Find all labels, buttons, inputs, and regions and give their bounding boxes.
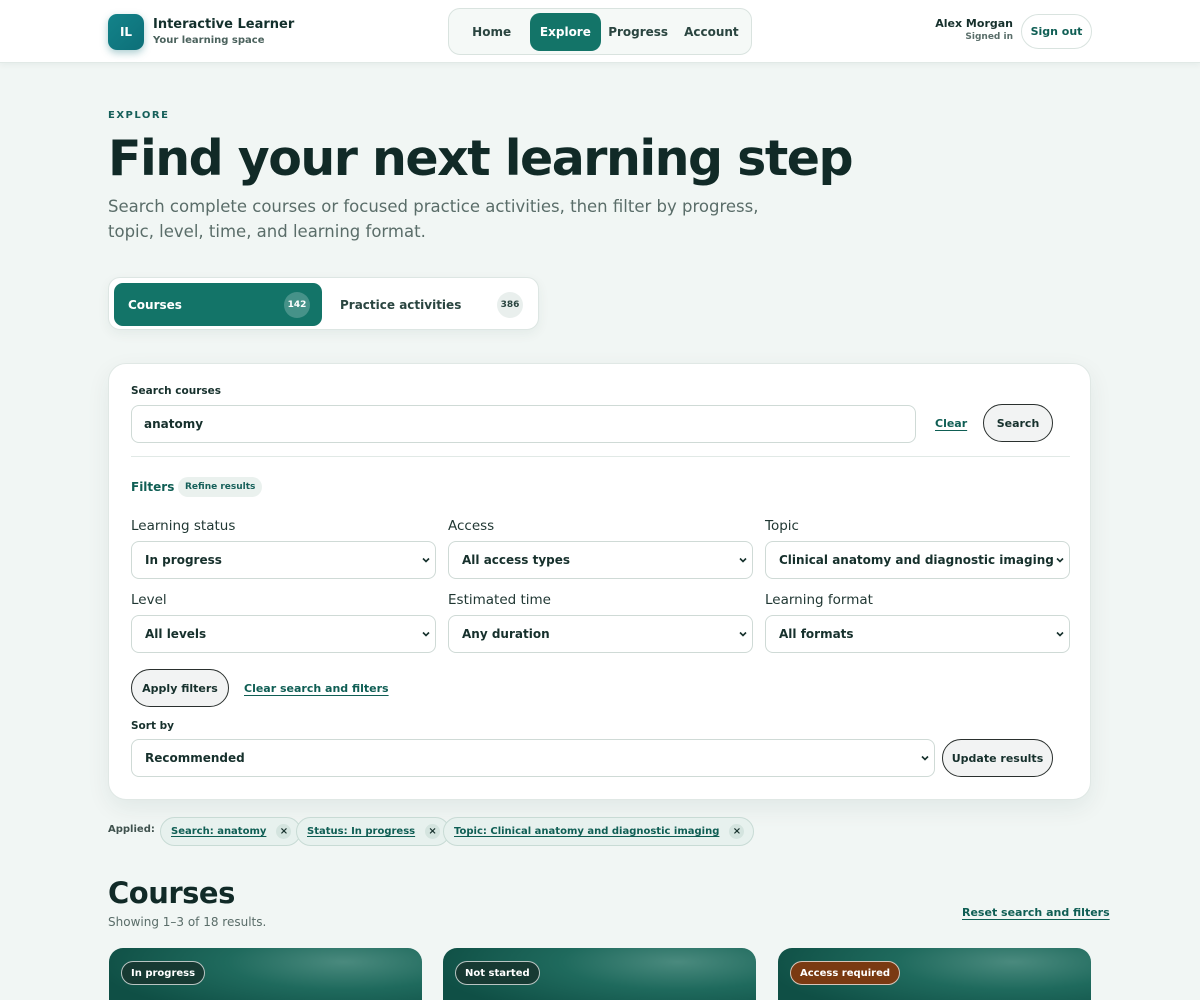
sort-by-label: Sort by xyxy=(131,720,174,732)
apply-filters-button[interactable]: Apply filters xyxy=(131,669,229,707)
page-subtitle: Search complete courses or focused pract… xyxy=(108,197,759,241)
close-icon[interactable]: × xyxy=(276,824,292,839)
estimated-time-label: Estimated time xyxy=(448,592,551,608)
applied-chip-text: Topic: Clinical anatomy and diagnostic i… xyxy=(454,826,720,837)
chevron-down-icon xyxy=(1056,557,1064,563)
learning-format-select[interactable]: All formats xyxy=(765,615,1070,653)
sort-by-select[interactable]: Recommended xyxy=(131,739,935,777)
course-card[interactable]: In progress xyxy=(109,948,422,1000)
nav-home[interactable]: Home xyxy=(457,13,526,51)
results-title: Courses xyxy=(108,876,235,910)
learning-status-value: In progress xyxy=(145,553,222,567)
page-eyebrow: EXPLORE xyxy=(108,110,170,121)
access-select[interactable]: All access types xyxy=(448,541,753,579)
applied-filters-label: Applied: xyxy=(108,824,155,835)
chevron-down-icon xyxy=(422,631,430,637)
user-status: Signed in xyxy=(965,32,1013,43)
top-bar: IL Interactive Learner Your learning spa… xyxy=(0,0,1200,63)
status-badge: In progress xyxy=(121,961,206,985)
level-select[interactable]: All levels xyxy=(131,615,436,653)
brand-logo: IL xyxy=(108,14,144,50)
estimated-time-value: Any duration xyxy=(462,627,550,641)
applied-chip-topic[interactable]: Topic: Clinical anatomy and diagnostic i… xyxy=(443,817,755,846)
reset-search-and-filters-link[interactable]: Reset search and filters xyxy=(962,906,1110,919)
access-value: All access types xyxy=(462,553,571,567)
learning-status-label: Learning status xyxy=(131,518,236,534)
chevron-down-icon xyxy=(739,557,747,563)
applied-chip-search[interactable]: Search: anatomy × xyxy=(160,817,302,846)
update-results-button[interactable]: Update results xyxy=(942,739,1053,777)
tab-practice-label: Practice activities xyxy=(340,297,462,312)
estimated-time-select[interactable]: Any duration xyxy=(448,615,753,653)
chevron-down-icon xyxy=(739,631,747,637)
content-type-tabs: Courses 142 Practice activities 386 xyxy=(108,277,539,330)
chevron-down-icon xyxy=(422,557,430,563)
page-title: Find your next learning step xyxy=(108,130,854,187)
topic-select[interactable]: Clinical anatomy and diagnostic imaging xyxy=(765,541,1070,579)
close-icon[interactable]: × xyxy=(729,824,745,839)
search-input[interactable] xyxy=(131,405,916,443)
access-label: Access xyxy=(448,518,495,534)
learning-format-label: Learning format xyxy=(765,592,873,608)
learning-status-select[interactable]: In progress xyxy=(131,541,436,579)
level-value: All levels xyxy=(145,627,207,641)
tab-courses-label: Courses xyxy=(128,297,182,312)
nav-progress[interactable]: Progress xyxy=(601,13,676,51)
topic-label: Topic xyxy=(765,518,799,534)
clear-search-link[interactable]: Clear xyxy=(935,417,967,430)
status-badge: Not started xyxy=(455,961,540,985)
brand-tagline: Your learning space xyxy=(153,34,265,46)
tab-practice-count: 386 xyxy=(497,292,523,318)
tab-practice-activities[interactable]: Practice activities 386 xyxy=(326,283,535,326)
nav-explore[interactable]: Explore xyxy=(530,12,601,51)
applied-chip-text: Search: anatomy xyxy=(171,826,267,837)
user-name: Alex Morgan xyxy=(935,17,1013,30)
refine-results-badge: Refine results xyxy=(178,477,263,497)
search-label: Search courses xyxy=(131,385,222,397)
brand[interactable]: IL Interactive Learner Your learning spa… xyxy=(108,14,294,50)
applied-chip-status[interactable]: Status: In progress × xyxy=(296,817,451,846)
search-button[interactable]: Search xyxy=(983,404,1053,442)
learning-format-value: All formats xyxy=(779,627,854,641)
card-divider xyxy=(131,456,1070,457)
applied-chip-text: Status: In progress xyxy=(307,826,416,837)
results-count: Showing 1–3 of 18 results. xyxy=(108,915,267,929)
main-nav: Home Explore Progress Account xyxy=(448,8,752,55)
level-label: Level xyxy=(131,592,167,608)
close-icon[interactable]: × xyxy=(425,824,441,839)
topic-value: Clinical anatomy and diagnostic imaging xyxy=(779,553,1054,567)
tab-courses-count: 142 xyxy=(284,292,310,318)
filters-title: Filters xyxy=(131,480,175,494)
chevron-down-icon xyxy=(1056,631,1064,637)
course-card[interactable]: Access required xyxy=(778,948,1091,1000)
user-info: Alex Morgan Signed in xyxy=(935,17,1013,43)
sign-out-button[interactable]: Sign out xyxy=(1021,14,1092,49)
search-filter-card: Search courses Clear Search Filters Refi… xyxy=(108,363,1091,800)
brand-name: Interactive Learner xyxy=(153,17,295,33)
course-card[interactable]: Not started xyxy=(443,948,756,1000)
status-badge: Access required xyxy=(790,961,901,985)
clear-search-and-filters-link[interactable]: Clear search and filters xyxy=(244,682,389,695)
sort-by-value: Recommended xyxy=(145,751,245,765)
tab-courses[interactable]: Courses 142 xyxy=(114,283,322,326)
chevron-down-icon xyxy=(921,755,929,761)
nav-account[interactable]: Account xyxy=(676,13,747,51)
